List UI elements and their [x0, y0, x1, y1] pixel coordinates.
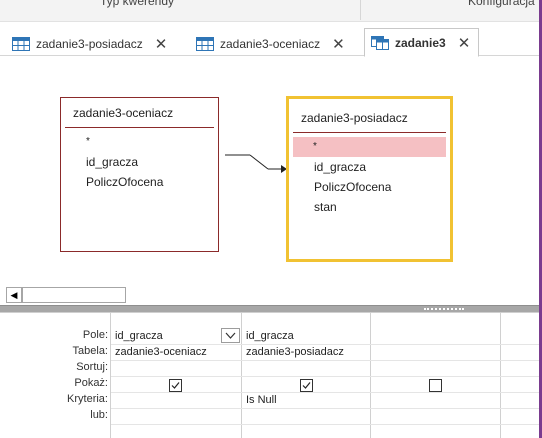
criteria-cell[interactable]: Is Null	[242, 394, 370, 406]
table-cell[interactable]	[371, 346, 499, 361]
show-checkbox[interactable]	[429, 379, 442, 392]
ribbon-group-setup: Konfiguracja	[468, 0, 535, 8]
table-cell[interactable]: zadanie3-posiadacz	[242, 346, 370, 358]
join-line[interactable]	[0, 57, 539, 284]
criteria-cell[interactable]	[111, 394, 241, 409]
horizontal-scrollbar[interactable]: ◀	[6, 287, 538, 304]
field-item[interactable]: id_gracza	[289, 157, 450, 177]
or-cell[interactable]	[242, 410, 370, 425]
field-cell[interactable]	[371, 330, 499, 345]
tab-zadanie3-oceniacz[interactable]: zadanie3-oceniacz ✕	[190, 31, 353, 56]
close-icon[interactable]: ✕	[332, 35, 345, 53]
show-checkbox[interactable]	[300, 379, 313, 392]
field-item-selected[interactable]: *	[293, 137, 446, 157]
row-label-show: Pokaż:	[74, 377, 108, 389]
query-icon	[371, 35, 389, 50]
field-cell[interactable]: id_gracza	[111, 330, 221, 342]
scroll-left-icon[interactable]: ◀	[6, 287, 22, 303]
criteria-cell[interactable]	[371, 394, 499, 409]
field-item[interactable]: stan	[289, 197, 450, 217]
query-design-grid: Pole: Tabela: Sortuj: Pokaż: Kryteria: l…	[0, 313, 539, 438]
checkmark-icon	[302, 382, 311, 389]
table-box-title[interactable]: zadanie3-posiadacz	[293, 103, 446, 133]
query-design-pane[interactable]: zadanie3-oceniacz * id_gracza PoliczOfoc…	[0, 57, 539, 284]
or-cell[interactable]	[111, 410, 241, 425]
ribbon-separator	[360, 0, 361, 20]
tab-zadanie3[interactable]: zadanie3 ✕	[364, 28, 480, 57]
row-label-sort: Sortuj:	[76, 361, 108, 373]
field-cell[interactable]: id_gracza	[242, 330, 370, 342]
close-icon[interactable]: ✕	[458, 34, 471, 52]
sort-cell[interactable]	[111, 362, 241, 377]
row-label-or: lub:	[90, 409, 108, 421]
scroll-thumb[interactable]	[22, 287, 126, 303]
field-item[interactable]: PoliczOfocena	[289, 177, 450, 197]
tab-zadanie3-posiadacz[interactable]: zadanie3-posiadacz ✕	[6, 31, 175, 56]
chevron-down-icon	[225, 332, 236, 339]
show-checkbox[interactable]	[169, 379, 182, 392]
table-cell[interactable]: zadanie3-oceniacz	[111, 346, 241, 358]
splitter-grip[interactable]	[424, 308, 464, 311]
close-icon[interactable]: ✕	[155, 35, 168, 53]
field-list: * id_gracza PoliczOfocena stan	[289, 133, 450, 217]
pane-splitter[interactable]	[0, 305, 539, 313]
or-cell[interactable]	[371, 410, 499, 425]
row-label-table: Tabela:	[72, 345, 108, 357]
table-box-zadanie3-posiadacz[interactable]: zadanie3-posiadacz * id_gracza PoliczOfo…	[286, 96, 453, 262]
tab-label: zadanie3	[395, 35, 446, 50]
ribbon-group-query-type: Typ kwerendy	[100, 0, 175, 8]
row-label-criteria: Kryteria:	[67, 393, 108, 405]
table-icon	[12, 36, 30, 51]
sort-cell[interactable]	[242, 362, 370, 377]
checkmark-icon	[171, 382, 180, 389]
sort-cell[interactable]	[371, 362, 499, 377]
row-label-field: Pole:	[82, 329, 108, 341]
table-icon	[196, 36, 214, 51]
tab-label: zadanie3-posiadacz	[36, 36, 143, 51]
document-tab-bar: zadanie3-posiadacz ✕ zadanie3-oceniacz ✕…	[0, 22, 539, 57]
ribbon-strip: Typ kwerendy Konfiguracja	[0, 0, 542, 22]
field-dropdown[interactable]	[221, 328, 240, 343]
tab-label: zadanie3-oceniacz	[220, 36, 321, 51]
